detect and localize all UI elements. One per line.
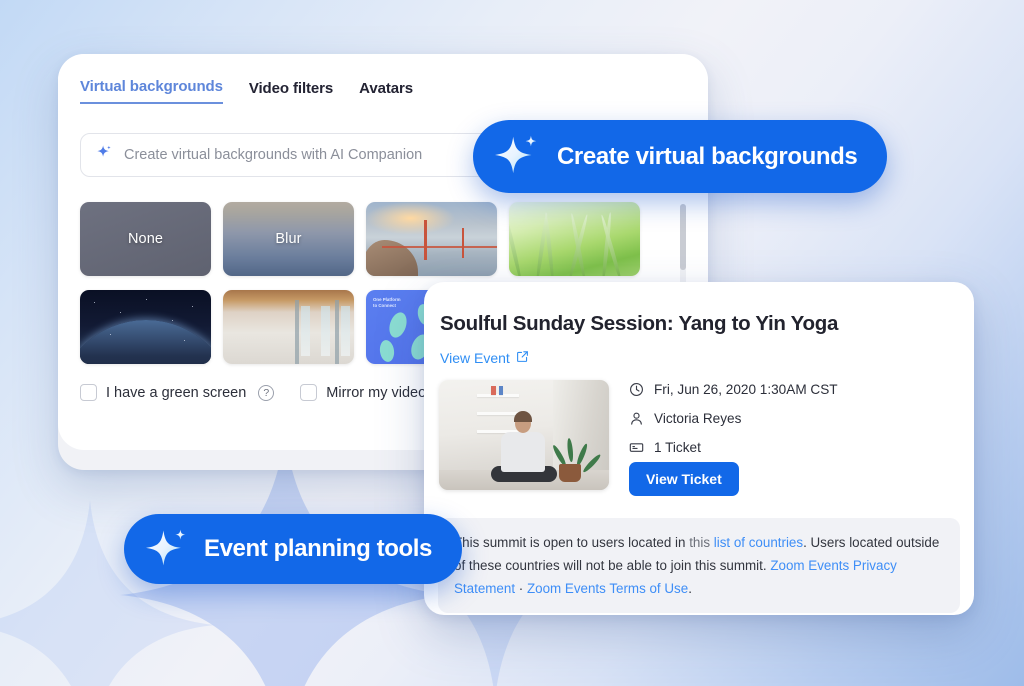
footer-link-terms-of-use[interactable]: Zoom Events Terms of Use [527,581,688,596]
background-thumb-blur[interactable]: Blur [223,202,354,276]
background-thumb-grass[interactable] [509,202,640,276]
event-thumbnail-image [439,380,609,490]
sparkle-icon [146,525,190,574]
background-thumb-none[interactable]: None [80,202,211,276]
tab-avatars[interactable]: Avatars [359,80,413,104]
footer-text-part3: . [688,581,692,596]
sparkle-icon [495,131,541,182]
event-host-text: Victoria Reyes [654,411,742,426]
badge-label: Event planning tools [204,535,433,562]
clock-icon [629,382,644,397]
checkbox-box[interactable] [80,384,97,401]
footer-text-muted: this [689,535,714,550]
background-thumb-label: None [127,231,164,247]
view-event-label: View Event [440,350,510,366]
checkbox-box[interactable] [300,384,318,401]
badge-label: Create virtual backgrounds [557,142,858,170]
footer-text-part1: This summit is open to users located in [454,535,690,550]
event-meta-ticket: 1 Ticket [629,440,701,455]
ticket-icon [629,440,644,455]
external-link-icon [516,350,529,366]
person-icon [629,411,644,426]
footer-text-separator: · [515,581,527,596]
ai-companion-placeholder: Create virtual backgrounds with AI Compa… [124,147,423,163]
footer-link-countries[interactable]: list of countries [714,535,803,550]
background-thumb-golden-gate-bridge[interactable] [366,202,497,276]
scrollbar-thumb[interactable] [680,204,686,270]
background-thumb-earth-from-space[interactable] [80,290,211,364]
tab-virtual-backgrounds[interactable]: Virtual backgrounds [80,78,223,104]
event-datetime-text: Fri, Jun 26, 2020 1:30AM CST [654,382,838,397]
settings-tabs: Virtual backgrounds Video filters Avatar… [80,78,413,104]
event-ticket-text: 1 Ticket [654,440,701,455]
checkbox-green-screen[interactable]: I have a green screen ? [80,384,275,401]
checkbox-label: I have a green screen [106,384,247,401]
background-thumb-label: Blur [275,231,302,247]
background-thumb-caption: One Platform to Connect [373,297,401,308]
event-title: Soulful Sunday Session: Yang to Yin Yoga [440,312,839,335]
event-footer-disclaimer: This summit is open to users located in … [438,518,960,613]
checkbox-label: Mirror my video [326,384,427,401]
badge-event-planning-tools[interactable]: Event planning tools [124,514,463,584]
badge-create-virtual-backgrounds[interactable]: Create virtual backgrounds [473,120,888,193]
event-meta-datetime: Fri, Jun 26, 2020 1:30AM CST [629,382,838,397]
event-ticket-card: Soulful Sunday Session: Yang to Yin Yoga… [424,282,974,615]
event-meta-host: Victoria Reyes [629,411,741,426]
sparkle-icon [96,144,113,166]
screenshot-canvas: Virtual backgrounds Video filters Avatar… [0,0,1024,686]
view-event-link[interactable]: View Event [440,350,529,366]
checkbox-mirror-video[interactable]: Mirror my video [300,384,426,401]
video-options-row: I have a green screen ? Mirror my video [80,384,426,401]
tab-video-filters[interactable]: Video filters [249,80,333,104]
background-thumb-zoom-office[interactable] [223,290,354,364]
view-ticket-button[interactable]: View Ticket [629,462,739,496]
help-icon[interactable]: ? [258,384,275,401]
